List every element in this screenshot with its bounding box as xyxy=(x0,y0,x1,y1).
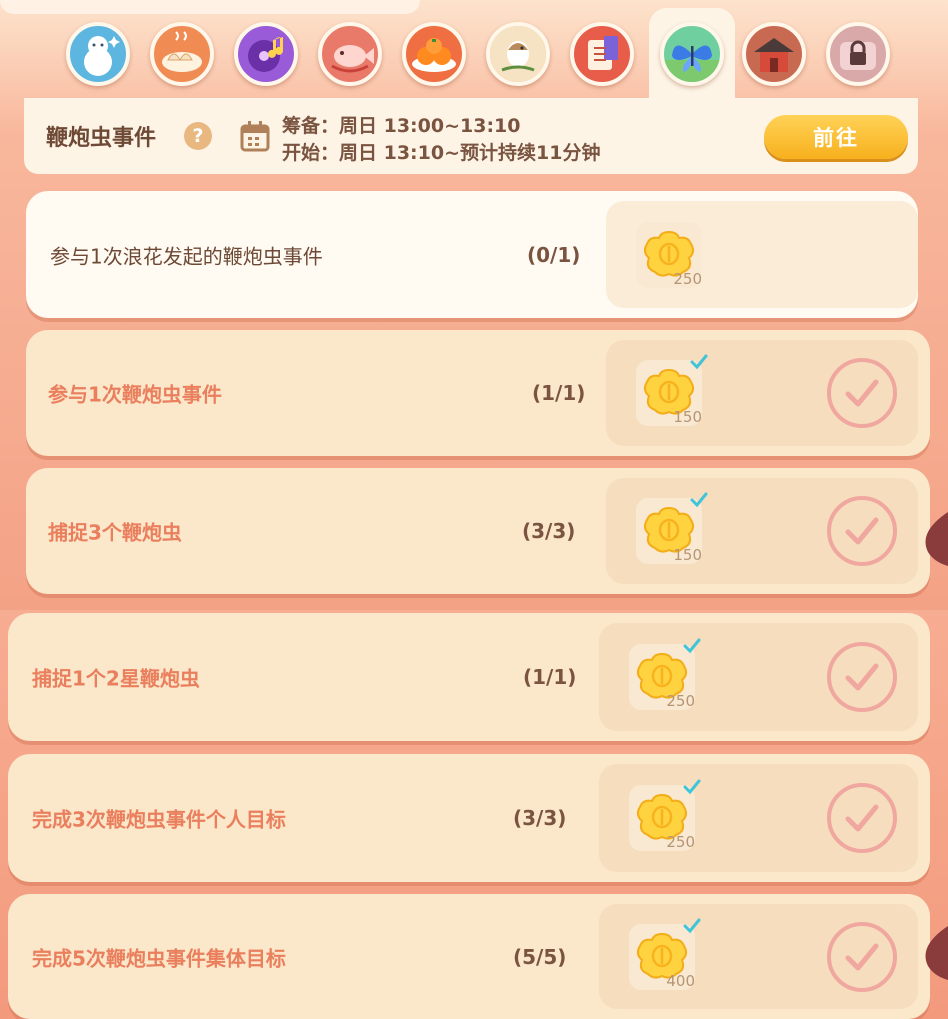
house-icon xyxy=(754,38,794,72)
reward-claimed-check-icon xyxy=(690,492,708,508)
start-time: 开始：周日 13:10~预计持续11分钟 xyxy=(282,142,601,164)
reward-area: 250 xyxy=(606,201,918,308)
go-button[interactable]: 前往 xyxy=(764,115,908,159)
reward-item[interactable]: 250 xyxy=(636,221,702,288)
task-progress: (3/3) xyxy=(522,519,576,543)
event-header-panel: 鞭炮虫事件 ? 筹备：周日 13:00~13:10 开始：周日 13:10~预计… xyxy=(24,98,918,174)
reward-claimed-check-icon xyxy=(690,354,708,370)
reward-quantity: 150 xyxy=(673,408,702,426)
tab-fish[interactable] xyxy=(318,22,382,86)
tab-snowman[interactable] xyxy=(66,22,130,86)
completed-stamp xyxy=(826,495,898,567)
task-card[interactable]: 捕捉3个鞭炮虫 (3/3) 150 xyxy=(26,468,930,594)
reward-claimed-check-icon xyxy=(683,779,701,795)
task-label: 捕捉1个2星鞭炮虫 xyxy=(32,666,200,691)
persimmons-icon xyxy=(412,38,456,72)
calendar-icon xyxy=(240,121,270,152)
reward-item[interactable]: 150 xyxy=(636,354,708,426)
task-label: 捕捉3个鞭炮虫 xyxy=(48,520,182,545)
butterfly-icon xyxy=(664,45,720,82)
tab-dumplings[interactable] xyxy=(150,22,214,86)
reward-item[interactable]: 250 xyxy=(629,779,701,851)
reward-area: 150 xyxy=(606,478,918,584)
reward-quantity: 400 xyxy=(666,971,695,990)
reward-item[interactable]: 250 xyxy=(629,638,701,710)
tab-bird[interactable] xyxy=(486,22,550,86)
task-card[interactable]: 完成5次鞭炮虫事件集体目标 (5/5) 400 xyxy=(8,894,930,1019)
reward-quantity: 250 xyxy=(666,833,695,851)
top-cloud-decoration xyxy=(0,0,420,14)
tab-house[interactable] xyxy=(742,22,806,86)
tab-locked[interactable] xyxy=(826,22,890,86)
firecracker-tail-decoration xyxy=(925,926,948,980)
prepare-time: 筹备：周日 13:00~13:10 xyxy=(282,115,521,137)
completed-stamp xyxy=(826,921,898,993)
tab-persimmons[interactable] xyxy=(402,22,466,86)
bird-icon xyxy=(490,26,546,82)
task-label: 完成3次鞭炮虫事件个人目标 xyxy=(32,807,286,832)
tab-music-disc[interactable] xyxy=(234,22,298,86)
completed-check-icon xyxy=(827,358,897,428)
music-disc-icon xyxy=(248,37,283,72)
tab-music-book[interactable] xyxy=(570,22,634,86)
tab-butterfly[interactable] xyxy=(660,22,724,86)
completed-stamp xyxy=(826,357,898,429)
task-progress: (3/3) xyxy=(513,806,567,830)
task-progress: (0/1) xyxy=(527,242,581,267)
completed-check-icon xyxy=(827,496,897,566)
task-progress: (5/5) xyxy=(513,944,567,969)
snowman-icon xyxy=(84,36,120,76)
reward-quantity: 150 xyxy=(673,546,702,564)
completed-check-icon xyxy=(827,642,897,712)
completed-check-icon xyxy=(827,783,897,853)
fish-icon xyxy=(331,45,374,73)
reward-area: 250 xyxy=(599,764,918,872)
music-book-icon xyxy=(588,36,618,70)
task-card[interactable]: 捕捉1个2星鞭炮虫 (1/1) 250 xyxy=(8,613,930,741)
locked-icon xyxy=(840,40,876,70)
task-label: 完成5次鞭炮虫事件集体目标 xyxy=(32,946,286,970)
reward-claimed-check-icon xyxy=(683,638,701,654)
dumplings-icon xyxy=(162,31,202,72)
task-card[interactable]: 参与1次浪花发起的鞭炮虫事件 (0/1) 250 xyxy=(26,191,918,318)
help-icon[interactable]: ? xyxy=(184,122,212,150)
reward-quantity: 250 xyxy=(666,692,695,710)
task-card[interactable]: 完成3次鞭炮虫事件个人目标 (3/3) 250 xyxy=(8,754,930,882)
task-card[interactable]: 参与1次鞭炮虫事件 (1/1) 150 xyxy=(26,330,930,456)
reward-item[interactable]: 150 xyxy=(636,492,708,564)
reward-claimed-check-icon xyxy=(683,918,701,933)
completed-stamp xyxy=(826,782,898,854)
completed-stamp xyxy=(826,641,898,713)
reward-quantity: 250 xyxy=(673,269,702,288)
completed-check-icon xyxy=(827,921,897,992)
task-progress: (1/1) xyxy=(532,381,586,405)
reward-area: 250 xyxy=(599,623,918,731)
reward-area: 400 xyxy=(599,904,918,1009)
task-progress: (1/1) xyxy=(523,665,577,689)
event-title: 鞭炮虫事件 xyxy=(46,126,157,151)
firecracker-tail-decoration xyxy=(925,512,948,566)
reward-area: 150 xyxy=(606,340,918,446)
reward-item[interactable]: 400 xyxy=(629,918,701,990)
task-label: 参与1次浪花发起的鞭炮虫事件 xyxy=(50,244,323,268)
task-label: 参与1次鞭炮虫事件 xyxy=(48,382,222,407)
